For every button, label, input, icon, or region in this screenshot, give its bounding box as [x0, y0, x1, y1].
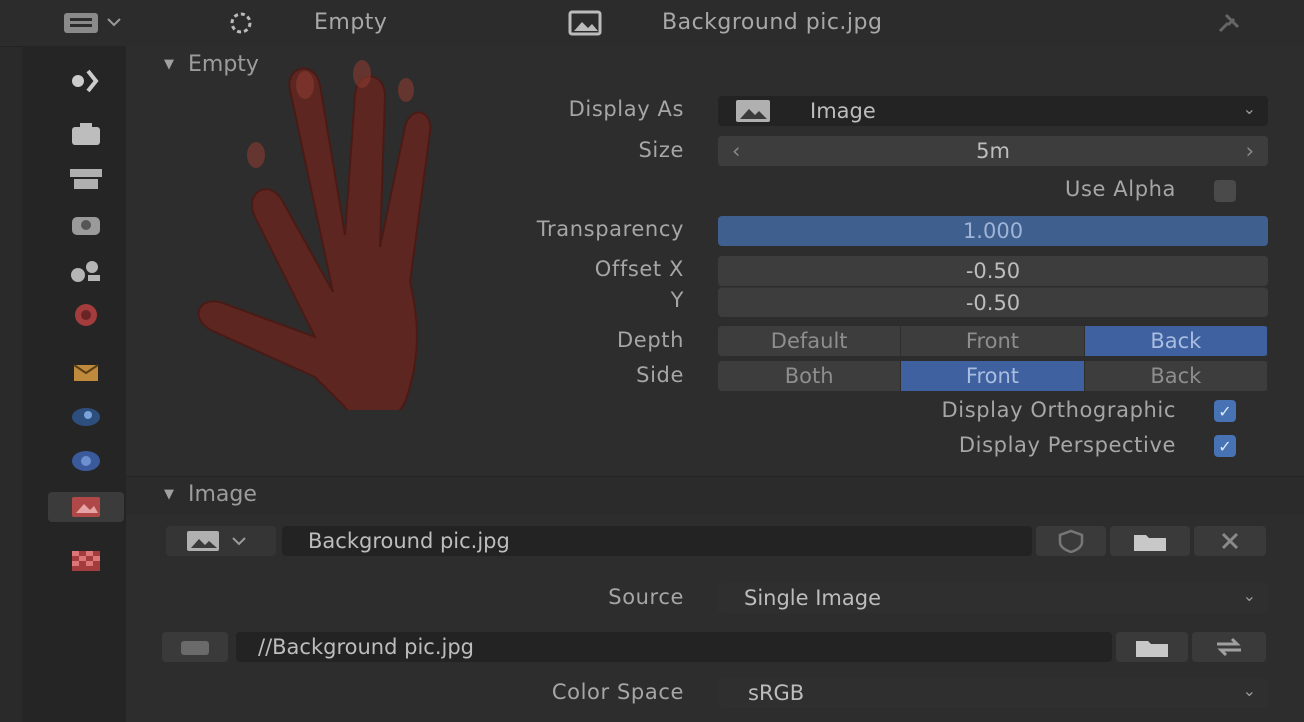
hand-reference-image — [197, 60, 432, 410]
tool-icon[interactable] — [64, 64, 108, 94]
source-value: Single Image — [744, 586, 882, 610]
properties-tabs — [22, 46, 126, 722]
offset-y-field[interactable]: -0.50 — [718, 287, 1268, 317]
scene-icon[interactable] — [64, 256, 108, 286]
size-field[interactable]: ‹ 5m › — [718, 136, 1268, 166]
image-name-field[interactable]: Background pic.jpg — [282, 526, 1032, 556]
display-orthographic-checkbox[interactable]: ✓ — [1214, 400, 1236, 422]
chevron-down-icon: ⌄ — [1242, 99, 1256, 118]
offset-x-field[interactable]: -0.50 — [718, 256, 1268, 286]
image-browse-icon — [187, 531, 246, 551]
use-alpha-checkbox[interactable] — [1214, 180, 1236, 202]
package-icon — [181, 641, 209, 655]
source-label: Source — [608, 585, 684, 609]
image-panel-title: Image — [188, 482, 257, 507]
offset-y-value: -0.50 — [965, 290, 1021, 315]
filepath-field[interactable]: //Background pic.jpg — [236, 632, 1112, 662]
depth-segmented-control: Default Front Back — [718, 326, 1268, 356]
source-dropdown[interactable]: Single Image ⌄ — [718, 583, 1268, 613]
unlink-image-button[interactable] — [1194, 526, 1266, 556]
use-alpha-label: Use Alpha — [1064, 177, 1176, 201]
depth-option-front[interactable]: Front — [901, 326, 1085, 356]
transparency-value: 1.000 — [962, 219, 1024, 243]
object-data-icon[interactable] — [48, 492, 124, 522]
open-image-button[interactable] — [1110, 526, 1190, 556]
object-name[interactable]: Empty — [314, 10, 387, 35]
checkmark-icon: ✓ — [1218, 436, 1232, 456]
chevron-down-icon: ⌄ — [1242, 681, 1256, 700]
image-browse-button[interactable] — [166, 526, 276, 556]
transparency-slider[interactable]: 1.000 — [718, 216, 1268, 246]
fake-user-button[interactable] — [1036, 526, 1106, 556]
color-space-dropdown[interactable]: sRGB ⌄ — [718, 678, 1268, 708]
side-option-back[interactable]: Back — [1084, 361, 1268, 391]
modifier-icon[interactable] — [64, 402, 108, 432]
reload-icon — [1217, 637, 1241, 657]
display-as-dropdown[interactable]: Image ⌄ — [718, 96, 1268, 126]
output-icon[interactable] — [64, 164, 108, 194]
object-icon[interactable] — [64, 358, 108, 388]
texture-icon[interactable] — [64, 546, 108, 576]
increment-arrow-icon[interactable]: › — [1246, 139, 1254, 163]
display-perspective-checkbox[interactable]: ✓ — [1214, 435, 1236, 457]
image-panel-header-bar — [126, 476, 1304, 515]
folder-icon — [1136, 641, 1168, 657]
properties-header: Empty Background pic.jpg — [0, 0, 1304, 47]
folder-icon — [1134, 535, 1166, 551]
size-value: 5m — [976, 139, 1010, 163]
depth-option-default[interactable]: Default — [718, 326, 902, 356]
physics-icon[interactable] — [64, 446, 108, 476]
checkmark-icon: ✓ — [1218, 401, 1232, 421]
offset-x-value: -0.50 — [965, 259, 1021, 283]
display-orthographic-label: Display Orthographic — [941, 398, 1176, 422]
empty-object-icon — [222, 9, 260, 37]
decrement-arrow-icon[interactable]: ‹ — [732, 139, 740, 163]
color-space-label: Color Space — [551, 680, 684, 704]
side-segmented-control: Both Front Back — [718, 361, 1268, 391]
image-data-icon — [568, 9, 604, 37]
image-icon — [736, 100, 770, 122]
chevron-down-icon: ⌄ — [1242, 586, 1256, 605]
view-layer-icon[interactable] — [64, 210, 108, 240]
data-name[interactable]: Background pic.jpg — [662, 10, 882, 35]
image-name-value: Background pic.jpg — [308, 529, 510, 553]
side-option-front[interactable]: Front — [901, 361, 1085, 391]
render-icon[interactable] — [64, 120, 108, 150]
depth-option-back[interactable]: Back — [1084, 326, 1268, 356]
filepath-value: //Background pic.jpg — [258, 635, 474, 659]
collapse-triangle-icon: ▼ — [164, 487, 174, 502]
world-icon[interactable] — [64, 300, 108, 330]
display-as-value: Image — [810, 99, 876, 123]
display-perspective-label: Display Perspective — [958, 433, 1176, 457]
close-icon — [1221, 532, 1239, 550]
shield-icon — [1058, 529, 1084, 553]
properties-editor-icon — [64, 13, 121, 33]
pin-icon[interactable] — [1210, 9, 1244, 37]
pack-image-button[interactable] — [162, 632, 228, 662]
color-space-value: sRGB — [748, 681, 805, 705]
side-option-both[interactable]: Both — [718, 361, 902, 391]
editor-type-menu[interactable] — [60, 9, 130, 37]
reload-image-button[interactable] — [1192, 632, 1266, 662]
image-panel-header[interactable]: ▼ Image — [164, 482, 257, 507]
browse-file-button[interactable] — [1116, 632, 1188, 662]
